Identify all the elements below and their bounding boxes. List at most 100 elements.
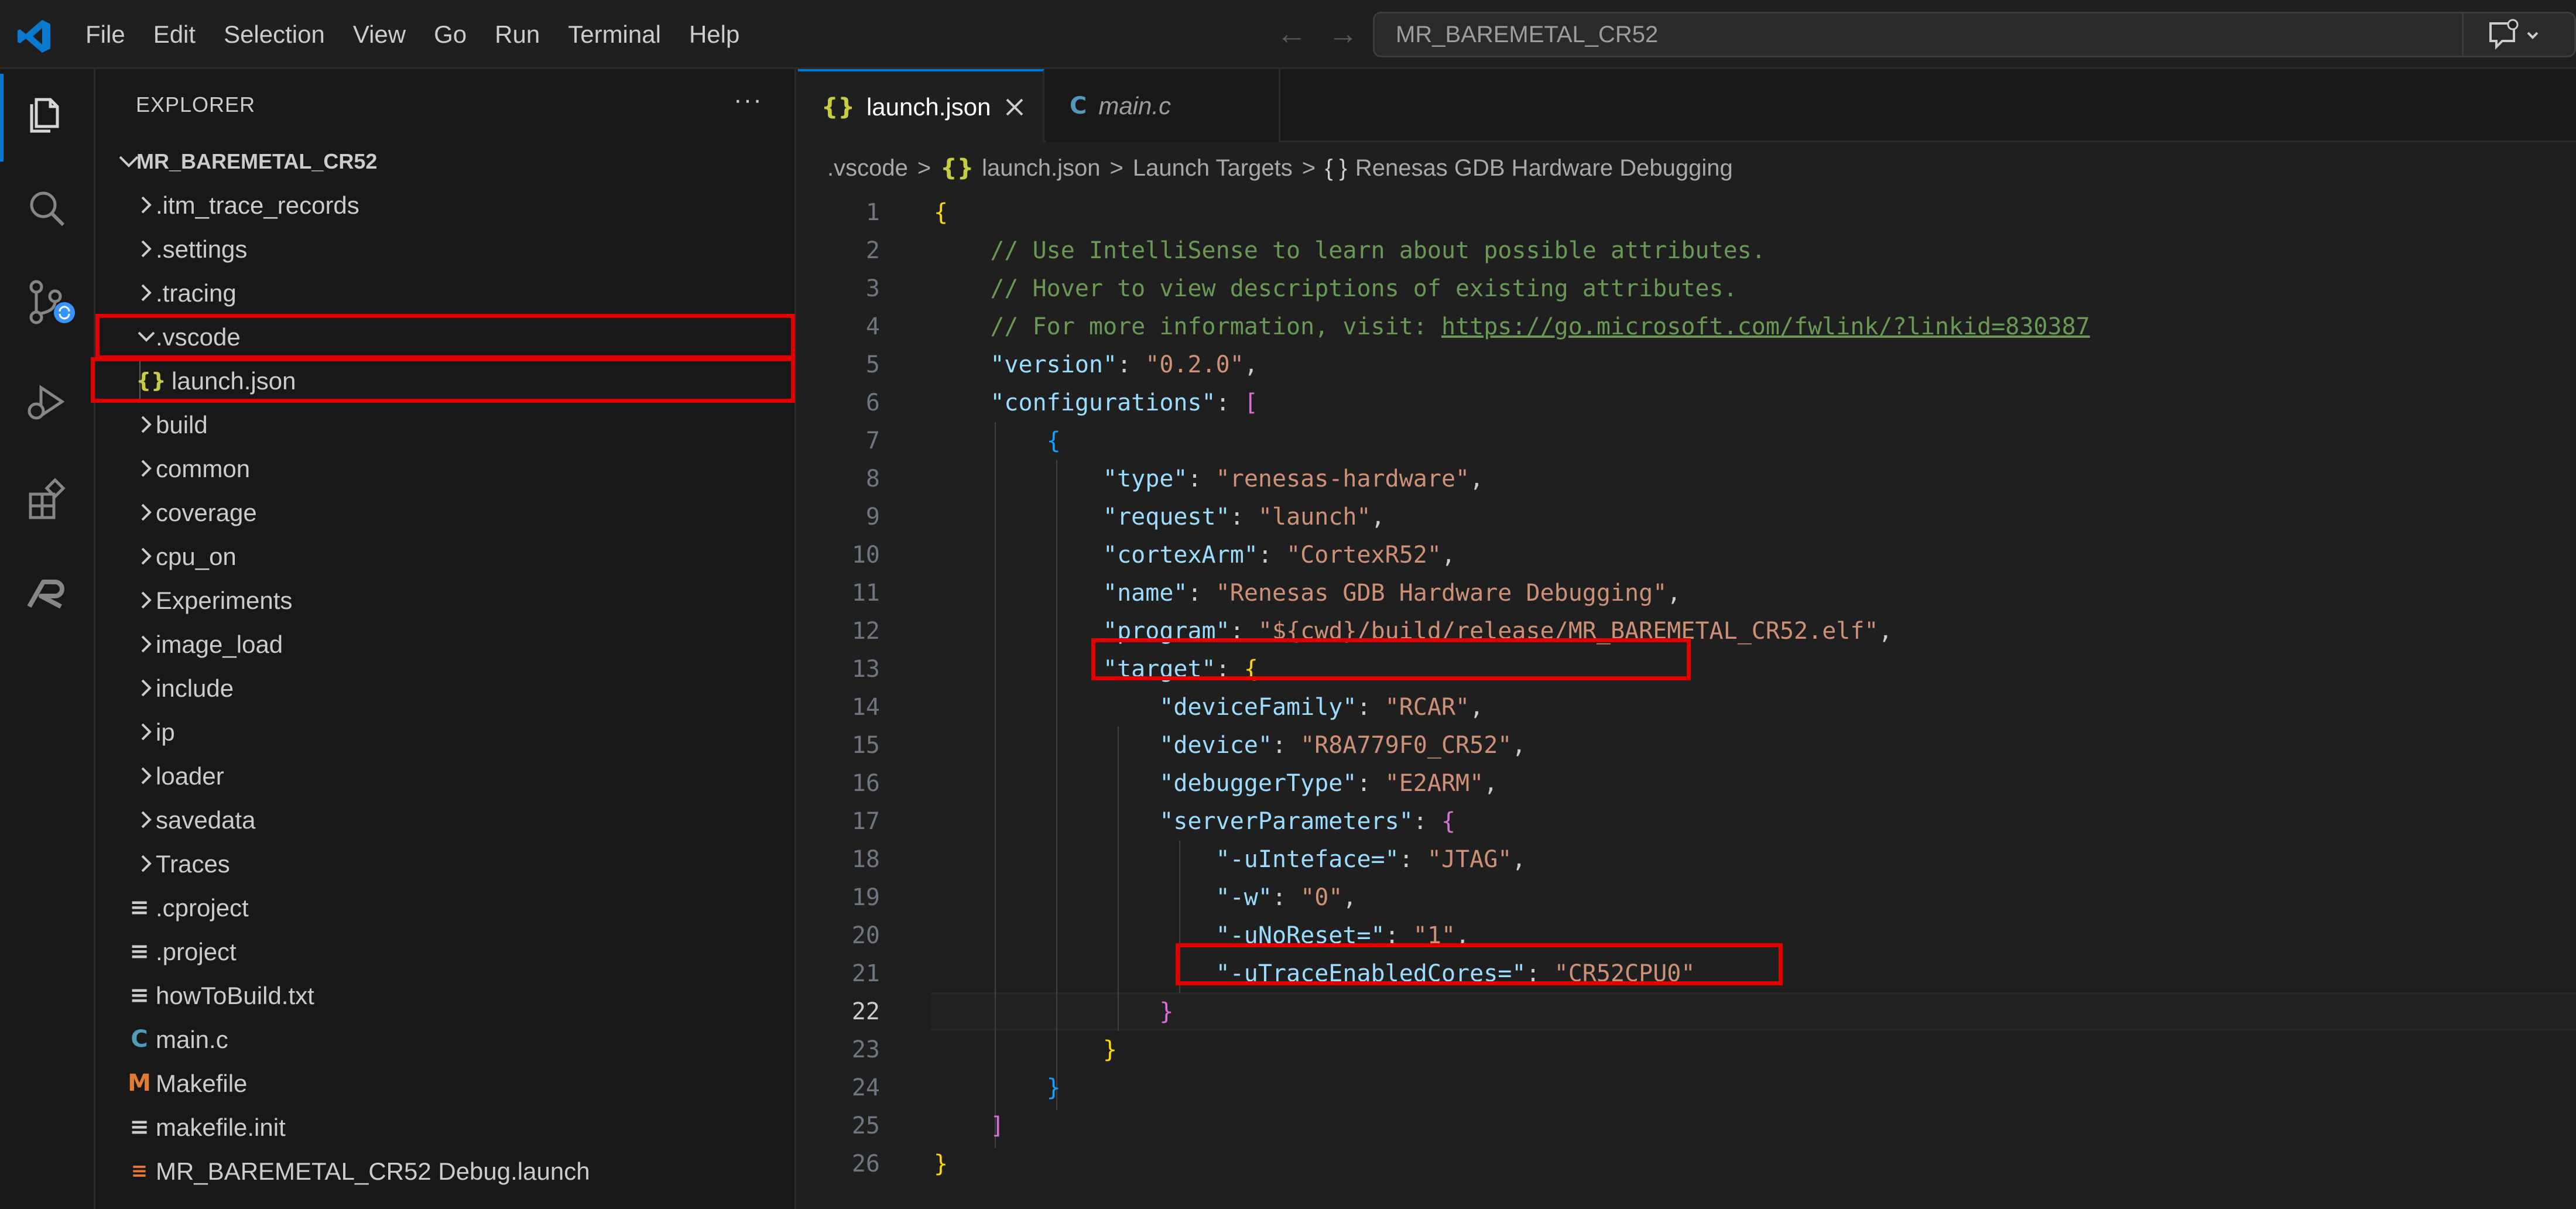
line-number: 14	[851, 694, 880, 721]
tree-item[interactable]: .settings	[95, 227, 796, 271]
menu-bar: File Edit Selection View Go Run Terminal…	[71, 0, 753, 69]
code-line[interactable]: 11 "name": "Renesas GDB Hardware Debuggi…	[798, 574, 2576, 612]
tree-item[interactable]: ip	[95, 710, 796, 754]
line-number: 4	[865, 313, 880, 340]
tree-item[interactable]: image_load	[95, 622, 796, 666]
code-line[interactable]: 26}	[798, 1145, 2576, 1183]
tree-item-label: .settings	[156, 235, 248, 263]
menu-file[interactable]: File	[71, 11, 139, 58]
run-debug-icon[interactable]	[23, 379, 70, 426]
menu-terminal[interactable]: Terminal	[554, 11, 675, 58]
highlight-box-cortexarm	[1091, 638, 1691, 680]
breadcrumb-section[interactable]: Launch Targets	[1133, 155, 1293, 181]
code-line[interactable]: 4 // For more information, visit: https:…	[798, 308, 2576, 346]
code-line[interactable]: 10 "cortexArm": "CortexR52",	[798, 536, 2576, 574]
menu-selection[interactable]: Selection	[210, 11, 339, 58]
code-line[interactable]: 24 }	[798, 1069, 2576, 1107]
tab-label: launch.json	[866, 93, 991, 121]
tree-item[interactable]: loader	[95, 754, 796, 798]
menu-go[interactable]: Go	[420, 11, 481, 58]
more-actions-icon[interactable]: ···	[734, 85, 763, 115]
renesas-icon[interactable]	[23, 570, 70, 617]
tree-item[interactable]: ≡ MR_BAREMETAL_CR52 Debug.launch	[95, 1149, 796, 1193]
code-editor[interactable]: 1{2 // Use IntelliSense to learn about p…	[798, 194, 2576, 1209]
code-line[interactable]: 22 }	[798, 993, 2576, 1031]
line-number: 22	[851, 998, 880, 1025]
line-number: 20	[851, 922, 880, 949]
code-line[interactable]: 14 "deviceFamily": "RCAR",	[798, 689, 2576, 727]
tree-item[interactable]: cpu_on	[95, 535, 796, 578]
tree-item[interactable]: ≡ howToBuild.txt	[95, 974, 796, 1018]
code-line[interactable]: 8 "type": "renesas-hardware",	[798, 460, 2576, 498]
tree-item[interactable]: ≡ .cproject	[95, 886, 796, 930]
breadcrumb-item[interactable]: Renesas GDB Hardware Debugging	[1355, 155, 1733, 181]
code-line[interactable]: 16 "debuggerType": "E2ARM",	[798, 765, 2576, 803]
tab-launch-json[interactable]: {} launch.json	[798, 69, 1044, 142]
code-text: }	[934, 1150, 948, 1177]
code-line[interactable]: 7 {	[798, 422, 2576, 460]
extensions-icon[interactable]	[23, 477, 70, 523]
breadcrumb-folder[interactable]: .vscode	[827, 155, 908, 181]
tree-item[interactable]: ≡ makefile.init	[95, 1105, 796, 1149]
line-number: 17	[851, 808, 880, 835]
code-line[interactable]: 5 "version": "0.2.0",	[798, 346, 2576, 384]
code-line[interactable]: 23 }	[798, 1031, 2576, 1069]
code-line[interactable]: 6 "configurations": [	[798, 384, 2576, 422]
rss-file-icon: ≡	[131, 1159, 148, 1183]
breadcrumb-file[interactable]: launch.json	[982, 155, 1100, 181]
explorer-icon[interactable]	[23, 90, 70, 137]
sidebar-title: EXPLORER	[136, 93, 256, 117]
tree-item-label: .itm_trace_records	[156, 191, 359, 219]
tree-item[interactable]: Cmain.c	[95, 1018, 796, 1061]
tree-item[interactable]: Traces	[95, 842, 796, 886]
tree-item[interactable]: build	[95, 403, 796, 447]
menu-edit[interactable]: Edit	[139, 11, 210, 58]
tree-item[interactable]: savedata	[95, 798, 796, 842]
copilot-chat-icon[interactable]	[2482, 18, 2547, 53]
line-number: 5	[865, 351, 880, 378]
code-line[interactable]: 9 "request": "launch",	[798, 498, 2576, 536]
code-line[interactable]: 19 "-w": "0",	[798, 879, 2576, 917]
arrow-left-icon[interactable]: ←	[1276, 19, 1307, 49]
tree-item[interactable]: .tracing	[95, 271, 796, 315]
arrow-right-icon[interactable]: →	[1328, 19, 1358, 49]
menu-help[interactable]: Help	[675, 11, 753, 58]
search-icon[interactable]	[23, 185, 70, 232]
tree-item[interactable]: .itm_trace_records	[95, 183, 796, 227]
menu-run[interactable]: Run	[481, 11, 554, 58]
close-icon[interactable]	[1000, 93, 1029, 122]
code-line[interactable]: 25 ]	[798, 1107, 2576, 1145]
code-line[interactable]: 15 "device": "R8A779F0_CR52",	[798, 727, 2576, 765]
root-folder[interactable]: MR_BAREMETAL_CR52	[95, 139, 796, 183]
code-line[interactable]: 17 "serverParameters": {	[798, 803, 2576, 841]
code-line[interactable]: 18 "-uInteface=": "JTAG",	[798, 841, 2576, 879]
activity-bar	[0, 69, 95, 1209]
code-text: {	[934, 199, 948, 226]
code-line[interactable]: 2 // Use IntelliSense to learn about pos…	[798, 232, 2576, 270]
makefile-icon: M	[128, 1070, 151, 1097]
menu-view[interactable]: View	[339, 11, 420, 58]
tree-item-label: include	[156, 674, 234, 702]
tree-item[interactable]: common	[95, 447, 796, 491]
editor-area: {} launch.json C main.c .vscode > {} lau…	[798, 69, 2576, 1209]
code-line[interactable]: 1{	[798, 194, 2576, 232]
tree-item[interactable]: ≡ .project	[95, 930, 796, 974]
code-text: {	[1046, 427, 1061, 454]
tree-item[interactable]: M Makefile	[95, 1061, 796, 1105]
title-separator	[2462, 12, 2464, 57]
tree-item[interactable]: Experiments	[95, 578, 796, 622]
code-text: // For more information, visit: https://…	[990, 313, 2090, 340]
chevron-right-icon: >	[1301, 155, 1316, 181]
line-number: 21	[851, 960, 880, 987]
line-number: 1	[865, 199, 880, 226]
tree-item[interactable]: coverage	[95, 491, 796, 535]
code-text: "version": "0.2.0",	[990, 351, 1258, 378]
tree-item-label: MR_BAREMETAL_CR52 Debug.launch	[156, 1157, 590, 1185]
tab-main-c[interactable]: C main.c	[1046, 69, 1280, 142]
line-number: 6	[865, 389, 880, 416]
json-file-icon: {}	[821, 93, 855, 121]
code-line[interactable]: 3 // Hover to view descriptions of exist…	[798, 270, 2576, 308]
command-center-search[interactable]: MR_BAREMETAL_CR52	[1373, 12, 2576, 57]
source-control-icon[interactable]	[23, 279, 82, 326]
tree-item[interactable]: include	[95, 666, 796, 710]
